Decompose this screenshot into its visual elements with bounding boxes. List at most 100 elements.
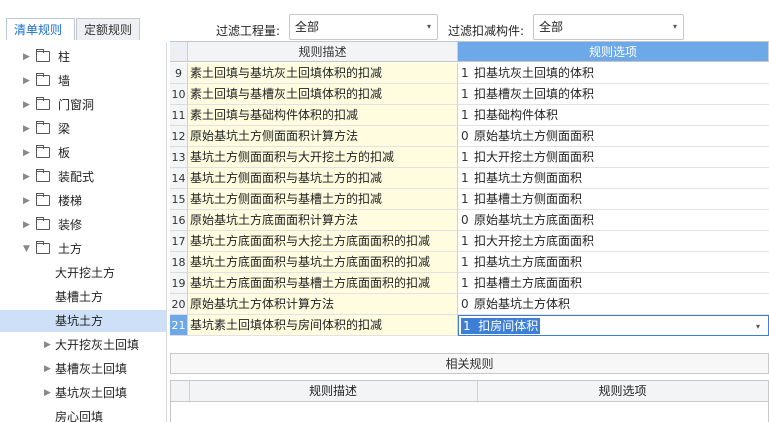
tree-item-prefab[interactable]: ▶ 装配式 bbox=[0, 166, 166, 188]
filter-component-select[interactable]: 全部 ▾ bbox=[533, 14, 684, 40]
expand-arrow-icon[interactable]: ▶ bbox=[23, 70, 30, 92]
rule-option-dropdown[interactable]: 1 扣房间体积 ▾ bbox=[458, 315, 769, 336]
rule-description-cell: 基坑土方侧面面积与基坑土方的扣减 bbox=[188, 168, 458, 189]
column-header-description[interactable]: 规则描述 bbox=[188, 42, 458, 62]
expand-arrow-icon[interactable]: ▶ bbox=[23, 142, 30, 164]
tree-item-trench-lime-backfill[interactable]: ▶ 基槽灰土回填 bbox=[0, 358, 166, 380]
tree-item-stairs[interactable]: ▶ 楼梯 bbox=[0, 190, 166, 212]
expand-arrow-icon[interactable]: ▶ bbox=[23, 94, 30, 116]
rule-option-cell[interactable]: 1 扣基坑土方底面面积 bbox=[458, 252, 769, 273]
rule-option-cell[interactable]: 0 原始基坑土方体积 bbox=[458, 294, 769, 315]
tree-item-slab[interactable]: ▶ 板 bbox=[0, 142, 166, 164]
tree-item-label: 板 bbox=[58, 146, 71, 160]
row-number[interactable]: 21 bbox=[170, 315, 188, 336]
expand-arrow-icon[interactable]: ▶ bbox=[44, 358, 51, 380]
rule-option-value: 0 bbox=[461, 129, 469, 143]
rule-option-cell[interactable]: 0 原始基坑土方底面面积 bbox=[458, 210, 769, 231]
tree-item-beam[interactable]: ▶ 梁 bbox=[0, 118, 166, 140]
rule-option-cell[interactable]: 1 扣基槽灰土回填的体积 bbox=[458, 84, 769, 105]
rule-option-value: 1 bbox=[461, 255, 469, 269]
tree-item-label: 大开挖土方 bbox=[55, 266, 116, 280]
expand-arrow-icon[interactable]: ▶ bbox=[23, 166, 30, 188]
filter-component-label: 过滤扣减构件: bbox=[448, 24, 525, 38]
expand-arrow-icon[interactable]: ▶ bbox=[23, 214, 30, 236]
rule-description-cell: 基坑土方底面面积与大挖土方底面面积的扣减 bbox=[188, 231, 458, 252]
tree-item-pit-earthwork[interactable]: 基坑土方 bbox=[0, 310, 166, 332]
table-row[interactable]: 21 基坑素土回填体积与房间体积的扣减 1 扣房间体积 ▾ bbox=[170, 315, 769, 336]
tree-item-room-backfill[interactable]: 房心回填 bbox=[0, 406, 166, 422]
row-number[interactable]: 19 bbox=[170, 273, 188, 294]
filter-project-select[interactable]: 全部 ▾ bbox=[289, 14, 438, 40]
rule-option-text: 扣基槽土方侧面面积 bbox=[474, 192, 583, 206]
table-row[interactable]: 12 原始基坑土方侧面面积计算方法 0 原始基坑土方侧面面积 bbox=[170, 126, 769, 147]
rule-option-text: 原始基坑土方侧面面积 bbox=[474, 129, 595, 143]
related-rules-bar[interactable]: 相关规则 bbox=[170, 353, 769, 374]
table-row[interactable]: 11 素土回填与基础构件体积的扣减 1 扣基础构件体积 bbox=[170, 105, 769, 126]
rule-option-value: 1 bbox=[461, 108, 469, 122]
top-strip bbox=[0, 0, 769, 12]
column-header-option[interactable]: 规则选项 bbox=[458, 42, 769, 62]
rule-option-cell[interactable]: 1 扣大开挖土方底面面积 bbox=[458, 231, 769, 252]
tree-item-label: 装配式 bbox=[58, 170, 95, 184]
table-row[interactable]: 17 基坑土方底面面积与大挖土方底面面积的扣减 1 扣大开挖土方底面面积 bbox=[170, 231, 769, 252]
tree-item-open-excavation[interactable]: 大开挖土方 bbox=[0, 262, 166, 284]
dropdown-arrow-icon: ▾ bbox=[426, 22, 431, 31]
rule-option-cell[interactable]: 1 扣大开挖土方侧面面积 bbox=[458, 147, 769, 168]
tree-item-label: 基坑灰土回填 bbox=[55, 386, 128, 400]
row-number[interactable]: 17 bbox=[170, 231, 188, 252]
row-number[interactable]: 15 bbox=[170, 189, 188, 210]
tree-item-wall[interactable]: ▶ 墙 bbox=[0, 70, 166, 92]
tree-item-openings[interactable]: ▶ 门窗洞 bbox=[0, 94, 166, 116]
tree-item-earthwork[interactable]: ▼ 土方 bbox=[0, 238, 166, 260]
row-number[interactable]: 12 bbox=[170, 126, 188, 147]
dropdown-arrow-icon[interactable]: ▾ bbox=[756, 316, 760, 337]
row-number[interactable]: 14 bbox=[170, 168, 188, 189]
collapse-arrow-icon[interactable]: ▼ bbox=[23, 238, 30, 260]
table-row[interactable]: 18 基坑土方底面面积与基坑土方底面面积的扣减 1 扣基坑土方底面面积 bbox=[170, 252, 769, 273]
rule-option-cell[interactable]: 1 扣基坑灰土回填的体积 bbox=[458, 63, 769, 84]
rule-option-cell[interactable]: 1 扣基坑土方侧面面积 bbox=[458, 168, 769, 189]
rule-option-cell[interactable]: 1 扣基槽土方侧面面积 bbox=[458, 189, 769, 210]
row-number[interactable]: 20 bbox=[170, 294, 188, 315]
row-number[interactable]: 9 bbox=[170, 63, 188, 84]
tree-item-trench-earthwork[interactable]: 基槽土方 bbox=[0, 286, 166, 308]
tree-item-label: 基坑土方 bbox=[55, 314, 104, 328]
expand-arrow-icon[interactable]: ▶ bbox=[23, 190, 30, 212]
rule-option-value: 0 bbox=[461, 213, 469, 227]
table-row[interactable]: 16 原始基坑土方底面面积计算方法 0 原始基坑土方底面面积 bbox=[170, 210, 769, 231]
table-row[interactable]: 15 基坑土方侧面面积与基槽土方的扣减 1 扣基槽土方侧面面积 bbox=[170, 189, 769, 210]
row-number[interactable]: 16 bbox=[170, 210, 188, 231]
related-column-description[interactable]: 规则描述 bbox=[189, 381, 478, 401]
table-row[interactable]: 10 素土回填与基槽灰土回填体积的扣减 1 扣基槽灰土回填的体积 bbox=[170, 84, 769, 105]
tab-bill-rules[interactable]: 清单规则 bbox=[6, 18, 75, 40]
tab-quota-rules[interactable]: 定额规则 bbox=[76, 18, 140, 40]
expand-arrow-icon[interactable]: ▶ bbox=[23, 118, 30, 140]
row-number[interactable]: 11 bbox=[170, 105, 188, 126]
related-rules-body bbox=[170, 402, 769, 422]
rule-option-text: 扣基坑灰土回填的体积 bbox=[474, 66, 595, 80]
rule-description-cell: 基坑土方底面面积与基坑土方底面面积的扣减 bbox=[188, 252, 458, 273]
tree-item-open-lime-backfill[interactable]: ▶ 大开挖灰土回填 bbox=[0, 334, 166, 356]
expand-arrow-icon[interactable]: ▶ bbox=[44, 334, 51, 356]
rule-option-cell[interactable]: 1 扣基础构件体积 bbox=[458, 105, 769, 126]
tree-item-pit-lime-backfill[interactable]: ▶ 基坑灰土回填 bbox=[0, 382, 166, 404]
table-row[interactable]: 20 原始基坑土方体积计算方法 0 原始基坑土方体积 bbox=[170, 294, 769, 315]
table-row[interactable]: 13 基坑土方侧面面积与大开挖土方的扣减 1 扣大开挖土方侧面面积 bbox=[170, 147, 769, 168]
tree-item-column[interactable]: ▶ 柱 bbox=[0, 46, 166, 68]
tree-item-decoration[interactable]: ▶ 装修 bbox=[0, 214, 166, 236]
expand-arrow-icon[interactable]: ▶ bbox=[23, 46, 30, 68]
row-number[interactable]: 13 bbox=[170, 147, 188, 168]
rule-option-cell[interactable]: 1 扣基槽土方底面面积 bbox=[458, 273, 769, 294]
table-row[interactable]: 9 素土回填与基坑灰土回填体积的扣减 1 扣基坑灰土回填的体积 bbox=[170, 63, 769, 84]
rule-option-text: 扣大开挖土方底面面积 bbox=[474, 234, 595, 248]
rule-description-cell: 基坑土方侧面面积与大开挖土方的扣减 bbox=[188, 147, 458, 168]
row-number[interactable]: 18 bbox=[170, 252, 188, 273]
rule-option-cell[interactable]: 0 原始基坑土方侧面面积 bbox=[458, 126, 769, 147]
table-row[interactable]: 14 基坑土方侧面面积与基坑土方的扣减 1 扣基坑土方侧面面积 bbox=[170, 168, 769, 189]
rule-option-text: 扣基础构件体积 bbox=[474, 108, 559, 122]
table-row[interactable]: 19 基坑土方底面面积与基槽土方底面面积的扣减 1 扣基槽土方底面面积 bbox=[170, 273, 769, 294]
row-number[interactable]: 10 bbox=[170, 84, 188, 105]
related-column-option[interactable]: 规则选项 bbox=[477, 381, 768, 401]
expand-arrow-icon[interactable]: ▶ bbox=[44, 382, 51, 404]
rule-option-value: 1 bbox=[461, 171, 469, 185]
